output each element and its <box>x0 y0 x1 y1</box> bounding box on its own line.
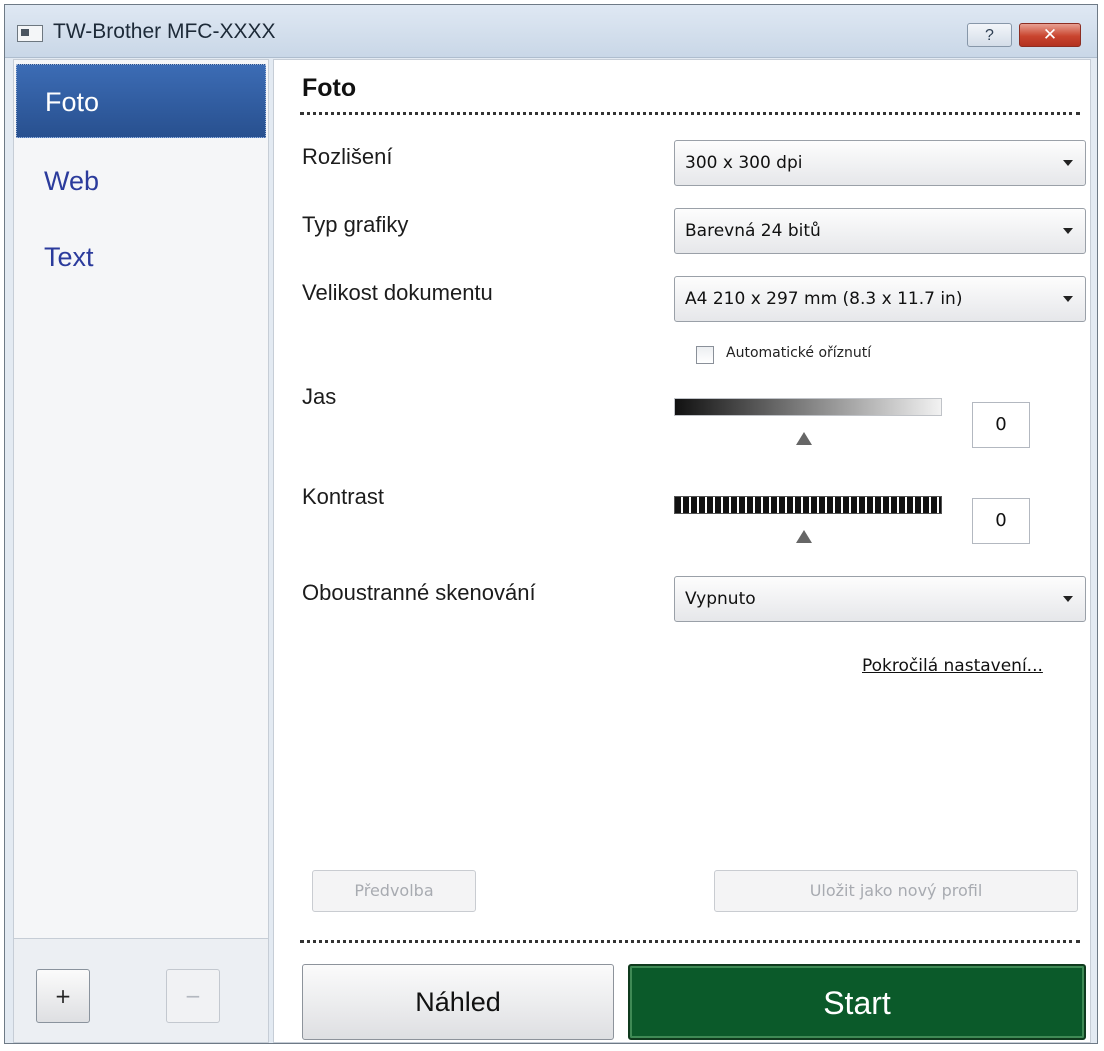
duplex-value: Vypnuto <box>685 589 756 609</box>
section-title: Foto <box>302 74 357 102</box>
brightness-label: Jas <box>302 384 337 409</box>
remove-profile-button[interactable]: − <box>166 969 220 1023</box>
contrast-slider-track[interactable] <box>674 496 942 514</box>
resolution-value: 300 x 300 dpi <box>685 153 803 173</box>
sidebar-item-foto[interactable]: Foto <box>16 64 266 138</box>
top-divider <box>300 112 1080 115</box>
window-title: TW-Brother MFC-XXXX <box>53 20 276 43</box>
settings-panel: Foto Rozlišení 300 x 300 dpi Typ grafiky… <box>273 59 1091 1043</box>
chevron-down-icon <box>1063 160 1073 166</box>
save-profile-button[interactable]: Uložit jako nový profil <box>714 870 1078 912</box>
resolution-label: Rozlišení <box>302 144 393 169</box>
document-size-label: Velikost dokumentu <box>302 280 493 305</box>
scanner-dialog-window: TW-Brother MFC-XXXX ? ✕ Foto Web Text + … <box>4 4 1098 1044</box>
app-window-icon <box>17 25 43 42</box>
chevron-down-icon <box>1063 596 1073 602</box>
chevron-down-icon <box>1063 228 1073 234</box>
auto-crop-label[interactable]: Automatické oříznutí <box>726 345 871 361</box>
brightness-slider-track[interactable] <box>674 398 942 416</box>
sidebar-footer: + − <box>13 939 269 1043</box>
contrast-label: Kontrast <box>302 484 384 509</box>
duplex-select[interactable]: Vypnuto <box>674 576 1086 622</box>
graphic-type-value: Barevná 24 bitů <box>685 221 821 241</box>
preview-button[interactable]: Náhled <box>302 964 614 1040</box>
brightness-value-field[interactable]: 0 <box>972 402 1030 448</box>
graphic-type-label: Typ grafiky <box>302 212 409 237</box>
duplex-label: Oboustranné skenování <box>302 580 536 605</box>
sidebar-item-web[interactable]: Web <box>16 144 266 218</box>
contrast-slider-thumb[interactable] <box>796 530 812 543</box>
close-button[interactable]: ✕ <box>1019 23 1081 47</box>
resolution-select[interactable]: 300 x 300 dpi <box>674 140 1086 186</box>
graphic-type-select[interactable]: Barevná 24 bitů <box>674 208 1086 254</box>
plus-icon: + <box>54 984 72 1008</box>
chevron-down-icon <box>1063 296 1073 302</box>
document-size-value: A4 210 x 297 mm (8.3 x 11.7 in) <box>685 289 963 309</box>
bottom-divider <box>300 940 1080 943</box>
auto-crop-checkbox[interactable] <box>696 346 714 364</box>
start-button[interactable]: Start <box>628 964 1086 1040</box>
help-button[interactable]: ? <box>967 23 1012 47</box>
close-icon: ✕ <box>1042 25 1058 45</box>
profile-sidebar: Foto Web Text <box>13 59 269 939</box>
document-size-select[interactable]: A4 210 x 297 mm (8.3 x 11.7 in) <box>674 276 1086 322</box>
advanced-settings-link[interactable]: Pokročilá nastavení... <box>862 656 1043 676</box>
minus-icon: − <box>184 984 202 1008</box>
preset-button[interactable]: Předvolba <box>312 870 476 912</box>
title-bar[interactable]: TW-Brother MFC-XXXX ? ✕ <box>5 5 1097 58</box>
brightness-slider-thumb[interactable] <box>796 432 812 445</box>
contrast-value-field[interactable]: 0 <box>972 498 1030 544</box>
sidebar-item-text[interactable]: Text <box>16 220 266 294</box>
add-profile-button[interactable]: + <box>36 969 90 1023</box>
